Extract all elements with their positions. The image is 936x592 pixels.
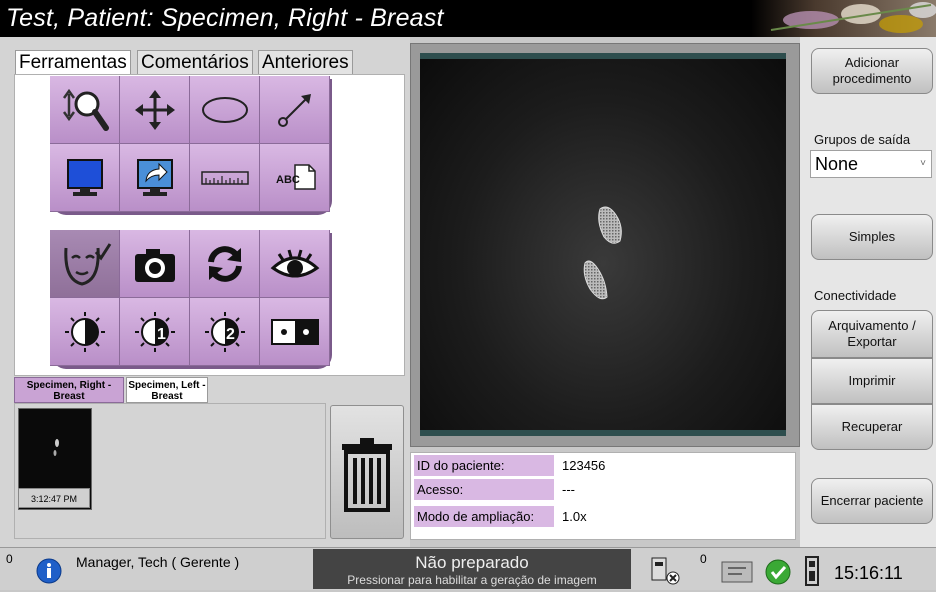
- archive-export-button[interactable]: Arquivamento / Exportar: [811, 310, 933, 358]
- system-ok-button[interactable]: [764, 558, 792, 591]
- contrast-2-tool[interactable]: 2: [190, 298, 260, 366]
- thumbnail-specimen-image: [53, 439, 59, 456]
- simple-button[interactable]: Simples: [811, 214, 933, 260]
- queue-count: 0: [700, 552, 707, 566]
- eye-tool[interactable]: [260, 230, 330, 298]
- media-icon: [721, 561, 753, 583]
- svg-text:ABC: ABC: [276, 174, 300, 186]
- current-user: Manager, Tech ( Gerente ): [76, 554, 240, 570]
- refresh-tool[interactable]: [190, 230, 260, 298]
- output-group-select[interactable]: None ˅: [810, 150, 932, 178]
- camera-tool[interactable]: [120, 230, 190, 298]
- check-circle-icon: [765, 559, 791, 585]
- connectivity-label: Conectividade: [814, 288, 897, 303]
- send-to-monitor-icon: [136, 158, 173, 196]
- output-groups-label: Grupos de saída: [814, 132, 911, 147]
- tab-tools[interactable]: Ferramentas: [15, 50, 131, 76]
- window-title: Test, Patient: Specimen, Right - Breast: [6, 4, 444, 32]
- device-status-button[interactable]: [648, 556, 682, 591]
- info-button[interactable]: [36, 558, 62, 589]
- chevron-down-icon: ˅: [920, 158, 926, 169]
- face-check-icon: [63, 242, 111, 286]
- annotation-text-icon: ABC: [276, 163, 316, 190]
- close-patient-button[interactable]: Encerrar paciente: [811, 478, 933, 524]
- contrast-icon: [64, 311, 105, 352]
- battery-icon: [805, 556, 819, 586]
- ruler-tool[interactable]: [190, 144, 260, 212]
- svg-text:1: 1: [157, 326, 166, 343]
- patient-id-value: 123456: [562, 458, 606, 473]
- print-button[interactable]: Imprimir: [811, 358, 933, 404]
- tab-previous[interactable]: Anteriores: [258, 50, 353, 76]
- access-value: ---: [562, 482, 575, 497]
- tool-grid-top: ABC: [50, 76, 330, 212]
- tab-comments[interactable]: Comentários: [137, 50, 253, 76]
- refresh-icon: [207, 245, 242, 282]
- trash-icon: [342, 438, 392, 512]
- specimen-image: [583, 206, 622, 300]
- image-viewer[interactable]: [420, 53, 786, 436]
- device-disconnected-icon: [651, 557, 680, 585]
- thumbnail-time: 3:12:47 PM: [18, 488, 90, 508]
- add-procedure-button[interactable]: Adicionar procedimento: [811, 48, 933, 94]
- title-bar: Test, Patient: Specimen, Right - Breast: [0, 0, 936, 37]
- zoom-mode-label: Modo de ampliação:: [414, 506, 554, 527]
- not-ready-hint: Pressionar para habilitar a geração de i…: [347, 573, 597, 587]
- monitor-tool[interactable]: [50, 144, 120, 212]
- clock: 15:16:11: [834, 563, 903, 583]
- viewer-bottom-edge: [420, 430, 786, 436]
- disk-status-button[interactable]: [800, 555, 824, 592]
- zoom-mode-value: 1.0x: [562, 509, 587, 524]
- zoom-icon: [62, 88, 109, 131]
- media-button[interactable]: [718, 556, 758, 591]
- ellipse-icon: [201, 96, 248, 123]
- access-label: Acesso:: [414, 479, 554, 500]
- contrast-tool[interactable]: [50, 298, 120, 366]
- flower-banner-image: [751, 0, 936, 37]
- face-check-tool[interactable]: [50, 230, 120, 298]
- svg-text:2: 2: [226, 326, 235, 343]
- eye-icon: [270, 249, 319, 277]
- notification-count: 0: [6, 552, 13, 566]
- info-icon: [36, 558, 62, 584]
- send-to-monitor-tool[interactable]: [120, 144, 190, 212]
- invert-tool[interactable]: [260, 298, 330, 366]
- patient-id-label: ID do paciente:: [414, 455, 554, 476]
- tool-grid-bottom: 1 2: [50, 230, 330, 366]
- ellipse-tool[interactable]: [190, 76, 260, 144]
- contrast-1-tool[interactable]: 1: [120, 298, 190, 366]
- viewer-top-edge: [420, 53, 786, 59]
- pan-icon: [134, 89, 175, 130]
- zoom-tool[interactable]: [50, 76, 120, 144]
- ruler-icon: [200, 170, 249, 185]
- camera-icon: [134, 248, 175, 282]
- invert-icon: [270, 318, 319, 345]
- pan-tool[interactable]: [120, 76, 190, 144]
- contrast-2-icon: 2: [204, 311, 245, 352]
- specimen-tab-right[interactable]: Specimen, Right - Breast: [14, 377, 124, 403]
- arrow-tool[interactable]: [260, 76, 330, 144]
- contrast-1-icon: 1: [134, 311, 175, 352]
- annotation-text-tool[interactable]: ABC: [260, 144, 330, 212]
- retrieve-button[interactable]: Recuperar: [811, 404, 933, 450]
- not-ready-button[interactable]: Não preparado Pressionar para habilitar …: [313, 549, 631, 589]
- not-ready-text: Não preparado: [415, 553, 529, 572]
- arrow-icon: [277, 93, 311, 127]
- monitor-icon: [66, 158, 103, 196]
- specimen-tab-left[interactable]: Specimen, Left - Breast: [126, 377, 208, 403]
- trash-button[interactable]: [330, 405, 404, 539]
- output-group-value: None: [815, 154, 859, 174]
